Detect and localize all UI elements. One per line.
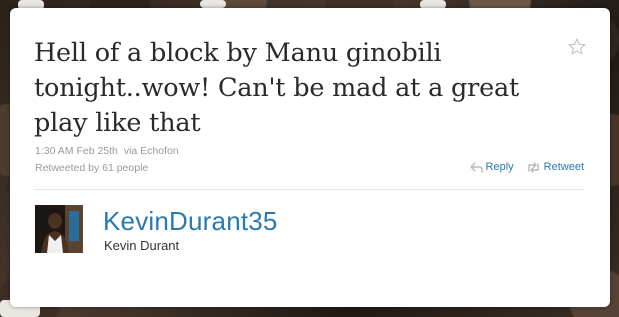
tweet-text: Hell of a block by Manu ginobili tonight… bbox=[34, 38, 520, 138]
via-label: via bbox=[123, 145, 138, 157]
tweet-actions: Reply Retweet bbox=[469, 161, 584, 173]
author-username[interactable]: KevinDurant35 bbox=[103, 206, 278, 237]
divider bbox=[34, 189, 584, 190]
background-photo-detail bbox=[200, 0, 226, 8]
tweet-meta: 1:30 AM Feb 25th via Echofon bbox=[35, 145, 179, 157]
tweet-client-link[interactable]: Echofon bbox=[140, 145, 179, 157]
retweet-label: Retweet bbox=[543, 161, 584, 173]
author-full-name: Kevin Durant bbox=[104, 238, 180, 253]
retweet-button[interactable]: Retweet bbox=[526, 161, 584, 173]
tweet-card: Hell of a block by Manu ginobili tonight… bbox=[10, 8, 610, 307]
star-icon[interactable] bbox=[566, 36, 588, 58]
reply-label: Reply bbox=[485, 161, 514, 173]
reply-button[interactable]: Reply bbox=[469, 161, 514, 173]
retweet-icon bbox=[526, 161, 541, 173]
reply-arrow-icon bbox=[469, 161, 483, 173]
retweet-count[interactable]: Retweeted by 61 people bbox=[35, 162, 148, 174]
avatar[interactable] bbox=[35, 205, 83, 253]
tweet-timestamp[interactable]: 1:30 AM Feb 25th bbox=[35, 145, 118, 157]
